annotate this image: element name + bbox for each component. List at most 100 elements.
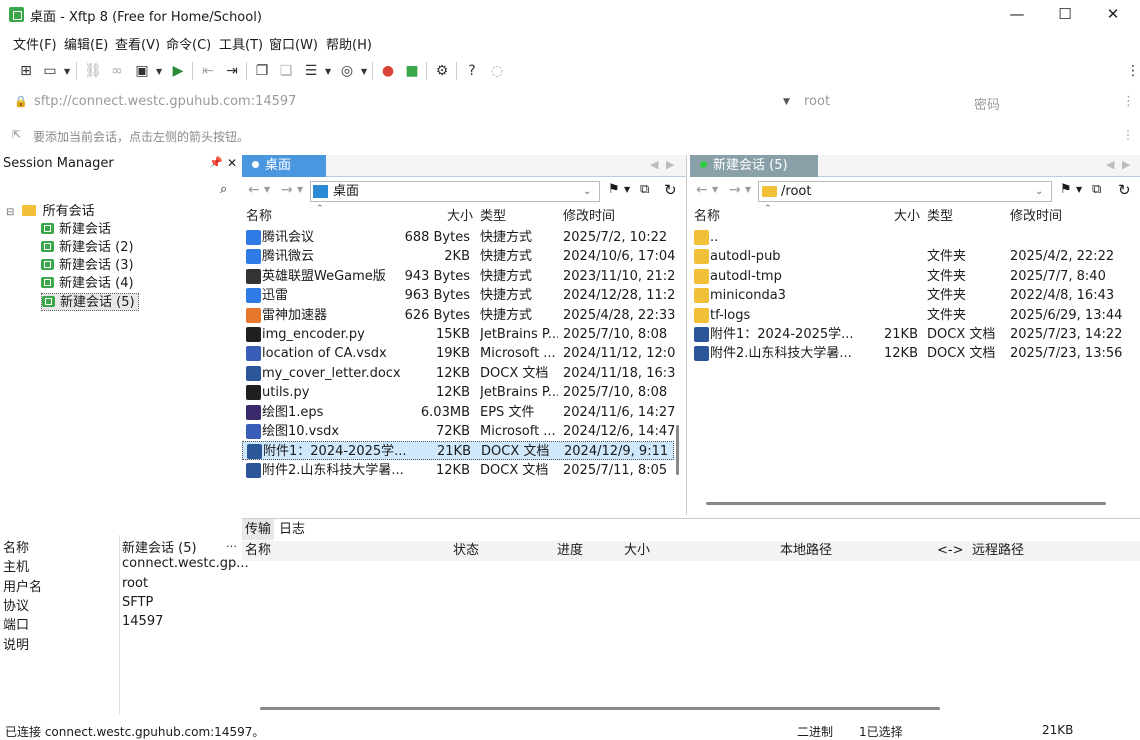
session-properties-icon[interactable]: ▣ [131, 60, 153, 82]
left-vscroll[interactable] [676, 425, 679, 475]
tab-transfer[interactable]: 传输 [242, 519, 274, 540]
forward-icon[interactable]: → [729, 182, 741, 198]
collapse-icon[interactable]: ⊟ [6, 207, 14, 218]
right-path-input[interactable]: /root ⌄ [758, 181, 1052, 202]
col-direction[interactable]: <-> [937, 541, 963, 561]
refresh-icon[interactable]: ↻ [1118, 181, 1131, 199]
chevron-down-icon[interactable]: ▼ [156, 67, 162, 76]
disconnect-icon[interactable]: ⛓ [82, 60, 104, 82]
file-row[interactable]: 英雄联盟WeGame版 943 Bytes 快捷方式 2023/11/10, 21:2 [242, 267, 675, 286]
col-name[interactable]: 名称 [246, 206, 272, 228]
address-more-icon[interactable]: ⋮ [1122, 94, 1135, 109]
file-row[interactable]: 雷神加速器 626 Bytes 快捷方式 2025/4/28, 22:33 [242, 306, 675, 325]
file-row[interactable]: tf-logs 文件夹 2025/6/29, 13:44 [690, 306, 1130, 325]
password-input[interactable]: 密码 [974, 94, 1000, 113]
more-icon[interactable]: … [226, 537, 237, 550]
menu-window[interactable]: 窗口(W) [269, 34, 318, 53]
session-item-selected[interactable]: 新建会话 (5) [41, 293, 139, 311]
tab-scroll-right-icon[interactable]: ▶ [666, 158, 674, 171]
chevron-down-icon[interactable]: ▼ [783, 97, 790, 107]
link-icon[interactable]: ∞ [106, 60, 128, 82]
file-row[interactable]: utils.py 12KB JetBrains P... 2025/7/10, 8:0… [242, 383, 674, 402]
col-modified[interactable]: 修改时间 [1010, 206, 1062, 228]
file-row[interactable]: .. [690, 228, 1130, 247]
bookmark-icon[interactable]: ⚑ [608, 182, 620, 197]
xshell-icon[interactable]: ● [377, 60, 399, 82]
refresh-icon[interactable]: ↻ [664, 181, 677, 199]
new-folder-icon[interactable]: ⧉ [1092, 182, 1101, 197]
transfer-left-icon[interactable]: ⇤ [197, 60, 219, 82]
file-row[interactable]: 腾讯会议 688 Bytes 快捷方式 2025/7/2, 10:22 [242, 228, 674, 247]
menu-edit[interactable]: 编辑(E) [64, 34, 108, 53]
chevron-down-icon[interactable]: ▼ [1076, 185, 1082, 194]
file-row[interactable]: 附件2.山东科技大学暑... 12KB DOCX 文档 2025/7/23, 13:5… [690, 344, 1130, 363]
username-input[interactable]: root [804, 94, 830, 109]
chevron-down-icon[interactable]: ▼ [745, 185, 751, 194]
tab-log[interactable]: 日志 [279, 519, 305, 540]
tab-remote-session[interactable]: 新建会话 (5) [690, 155, 818, 177]
file-row[interactable]: autodl-pub 文件夹 2025/4/2, 22:22 [690, 247, 1130, 266]
col-transfer-size[interactable]: 大小 [624, 541, 650, 561]
left-path-input[interactable]: 桌面 ⌄ [310, 181, 600, 202]
host-input[interactable]: sftp://connect.westc.gpuhub.com:14597 [34, 94, 296, 109]
chevron-down-icon[interactable]: ▼ [361, 67, 367, 76]
globe-icon[interactable]: ◎ [336, 60, 358, 82]
file-row[interactable]: 附件1：2024-2025学... 21KB DOCX 文档 2025/7/23, 1… [690, 325, 1130, 344]
copy-icon[interactable]: ❐ [251, 60, 273, 82]
new-folder-icon[interactable]: ⧉ [640, 182, 649, 197]
col-name[interactable]: 名称 [694, 206, 720, 228]
close-button[interactable]: ✕ [1090, 2, 1136, 28]
menu-help[interactable]: 帮助(H) [326, 34, 372, 53]
menu-file[interactable]: 文件(F) [13, 34, 57, 53]
file-row[interactable]: 绘图1.eps 6.03MB EPS 文件 2024/11/6, 14:27 [242, 403, 675, 422]
close-icon[interactable]: ✕ [227, 156, 237, 170]
col-transfer-progress[interactable]: 进度 [557, 541, 583, 561]
gear-icon[interactable]: ⚙ [431, 60, 453, 82]
back-icon[interactable]: ← [696, 182, 708, 198]
minimize-button[interactable]: — [994, 2, 1040, 28]
session-item[interactable]: 新建会话 (4) [41, 275, 134, 293]
col-local-path[interactable]: 本地路径 [780, 541, 832, 561]
pane-divider[interactable] [686, 155, 687, 515]
file-row[interactable]: 绘图10.vsdx 72KB Microsoft ... 2024/12/6, 14:… [242, 422, 675, 441]
col-size[interactable]: 大小 [894, 206, 920, 228]
toolbar-more-icon[interactable]: ⋮ [1122, 60, 1140, 82]
col-type[interactable]: 类型 [927, 206, 953, 228]
bookmark-icon[interactable]: ⚑ [1060, 182, 1072, 197]
chevron-down-icon[interactable]: ▼ [64, 67, 70, 76]
session-item[interactable]: 新建会话 [41, 221, 111, 239]
menu-tools[interactable]: 工具(T) [219, 34, 263, 53]
chevron-down-icon[interactable]: ▼ [712, 185, 718, 194]
xftp-icon[interactable]: ■ [401, 60, 423, 82]
open-session-icon[interactable]: ▭ [39, 60, 61, 82]
menu-command[interactable]: 命令(C) [166, 34, 211, 53]
terminal-icon[interactable]: ▶ [167, 60, 189, 82]
tree-root-all-sessions[interactable]: ⊟ 所有会话 [6, 203, 95, 221]
add-session-arrow-icon[interactable]: ⇱ [12, 128, 21, 141]
transfer-right-icon[interactable]: ⇥ [221, 60, 243, 82]
chevron-down-icon[interactable]: ▼ [624, 185, 630, 194]
right-hscroll[interactable] [706, 502, 1106, 505]
chevron-down-icon[interactable]: ▼ [325, 67, 331, 76]
col-modified[interactable]: 修改时间 [563, 206, 615, 228]
transfer-hscroll[interactable] [260, 707, 940, 710]
file-row[interactable]: 附件2.山东科技大学暑... 12KB DOCX 文档 2025/7/11, 8:05 [242, 461, 674, 480]
help-icon[interactable]: ? [461, 60, 483, 82]
new-session-icon[interactable]: ⊞ [15, 60, 37, 82]
file-row[interactable]: miniconda3 文件夹 2022/4/8, 16:43 [690, 286, 1130, 305]
search-icon[interactable]: ⌕ [220, 182, 227, 197]
col-transfer-status[interactable]: 状态 [453, 541, 479, 561]
file-row[interactable]: 腾讯微云 2KB 快捷方式 2024/10/6, 17:04 [242, 247, 675, 266]
paste-icon[interactable]: ❏ [275, 60, 297, 82]
maximize-button[interactable]: ☐ [1042, 2, 1088, 28]
file-row-selected[interactable]: 附件1：2024-2025学... 21KB DOCX 文档 2024/12/9, 9… [242, 441, 674, 461]
pin-icon[interactable]: 📌 [209, 156, 223, 169]
list-view-icon[interactable]: ☰ [300, 60, 322, 82]
chevron-down-icon[interactable]: ⌄ [583, 182, 591, 201]
tab-local-desktop[interactable]: 桌面 [242, 155, 326, 177]
file-row[interactable]: my_cover_letter.docx 12KB DOCX 文档 2024/11/1… [242, 364, 675, 383]
file-row[interactable]: 迅雷 963 Bytes 快捷方式 2024/12/28, 11:2 [242, 286, 675, 305]
back-icon[interactable]: ← [248, 182, 260, 198]
col-size[interactable]: 大小 [447, 206, 473, 228]
file-row[interactable]: autodl-tmp 文件夹 2025/7/7, 8:40 [690, 267, 1130, 286]
